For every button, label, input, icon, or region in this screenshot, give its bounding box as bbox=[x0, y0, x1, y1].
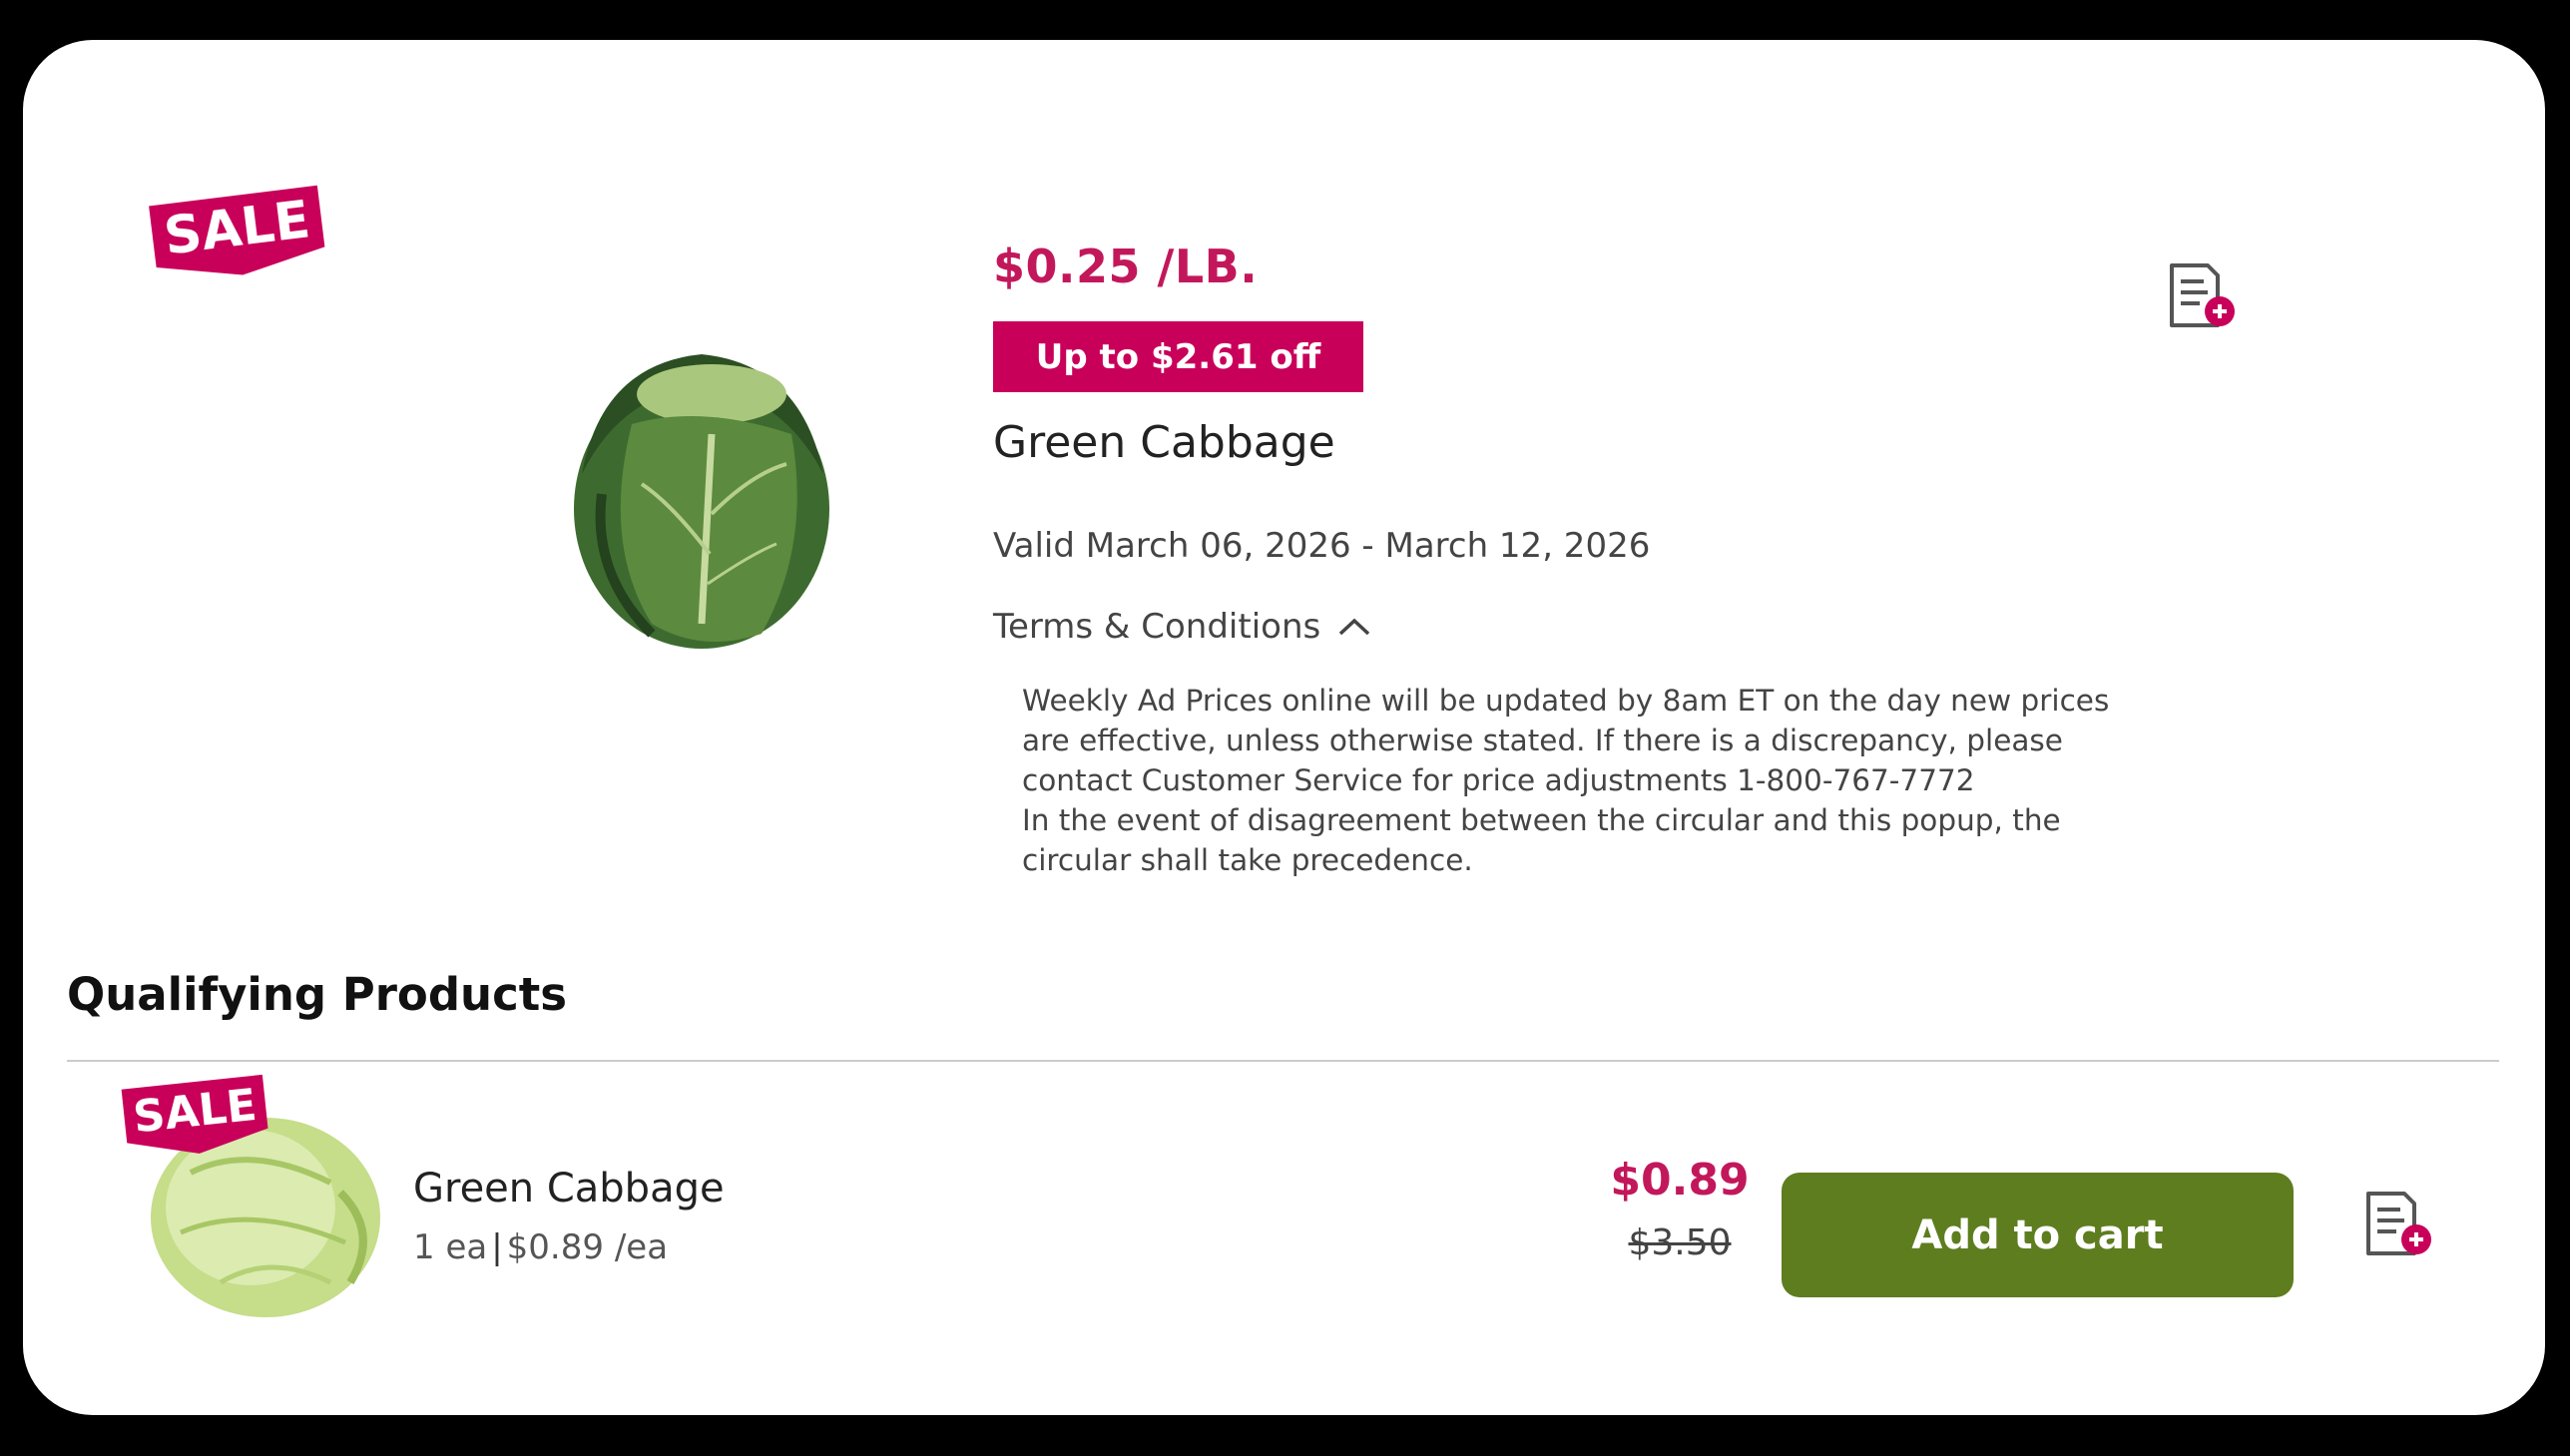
add-to-list-icon[interactable] bbox=[2360, 1188, 2440, 1267]
product-image bbox=[574, 354, 829, 649]
terms-line: circular shall take precedence. bbox=[1022, 843, 1473, 877]
offer-modal: SALE $0.25 /LB. Up to $2.61 off Green Ca… bbox=[23, 40, 2545, 1415]
add-to-list-icon[interactable] bbox=[2164, 259, 2244, 339]
qualifying-products-heading: Qualifying Products bbox=[67, 968, 568, 1021]
sale-badge: SALE bbox=[121, 1074, 268, 1154]
divider bbox=[67, 1060, 2499, 1062]
sale-price: $0.25 /LB. bbox=[993, 240, 1259, 293]
sale-badge: SALE bbox=[149, 185, 325, 275]
terms-toggle[interactable]: Terms & Conditions bbox=[993, 607, 1374, 647]
discount-badge: Up to $2.61 off bbox=[993, 321, 1363, 392]
valid-dates: Valid March 06, 2026 - March 12, 2026 bbox=[993, 526, 1651, 566]
original-price: $3.50 bbox=[1628, 1222, 1732, 1263]
terms-label: Terms & Conditions bbox=[993, 607, 1321, 647]
product-price: $0.89 bbox=[1610, 1155, 1750, 1206]
terms-text: Weekly Ad Prices online will be updated … bbox=[1022, 681, 2120, 880]
product-title: Green Cabbage bbox=[993, 417, 1335, 468]
chevron-up-icon bbox=[1339, 618, 1370, 636]
terms-line: In the event of disagreement between the… bbox=[1022, 803, 2061, 837]
product-quantity: 1 ea bbox=[413, 1227, 488, 1267]
product-name[interactable]: Green Cabbage bbox=[413, 1166, 725, 1212]
add-to-cart-button[interactable]: Add to cart bbox=[1782, 1173, 2294, 1297]
product-unit-price: $0.89 /ea bbox=[506, 1227, 669, 1267]
terms-line: Weekly Ad Prices online will be updated … bbox=[1022, 684, 2110, 718]
terms-line: contact Customer Service for price adjus… bbox=[1022, 763, 1975, 797]
product-meta: 1 ea | $0.89 /ea bbox=[413, 1227, 669, 1267]
terms-line: are effective, unless otherwise stated. … bbox=[1022, 724, 2063, 757]
